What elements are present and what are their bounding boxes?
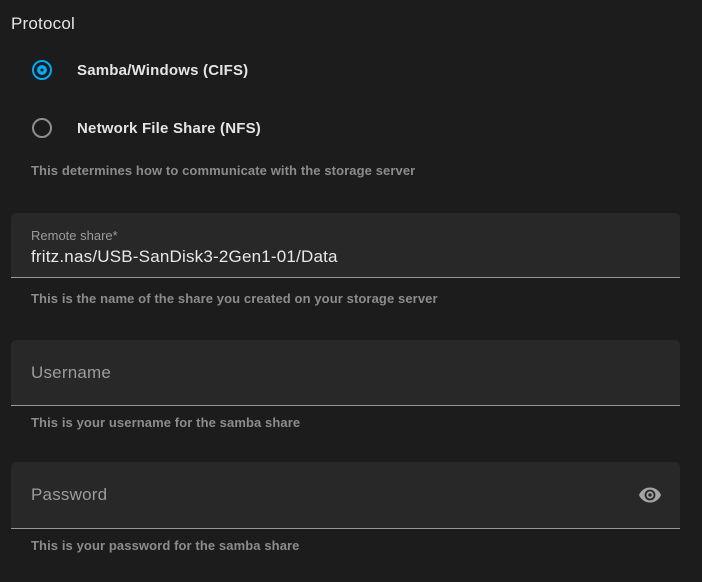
radio-unselected-icon[interactable] xyxy=(32,118,52,138)
radio-selected-icon[interactable] xyxy=(32,60,52,80)
radio-option-nfs[interactable]: Network File Share (NFS) xyxy=(32,116,261,140)
password-input[interactable] xyxy=(11,462,680,528)
radio-option-samba-cifs-label: Samba/Windows (CIFS) xyxy=(77,62,248,79)
password-field[interactable] xyxy=(11,462,680,529)
radio-option-nfs-label: Network File Share (NFS) xyxy=(77,120,261,137)
username-input[interactable] xyxy=(11,340,680,405)
remote-share-label: Remote share* xyxy=(31,228,118,243)
remote-share-helper-text: This is the name of the share you create… xyxy=(31,291,438,306)
network-storage-form: Protocol Samba/Windows (CIFS) Network Fi… xyxy=(0,0,702,582)
protocol-group-label: Protocol xyxy=(11,14,75,34)
remote-share-field[interactable]: Remote share* xyxy=(11,213,680,278)
radio-option-samba-cifs[interactable]: Samba/Windows (CIFS) xyxy=(32,58,248,82)
username-helper-text: This is your username for the samba shar… xyxy=(31,415,300,430)
protocol-helper-text: This determines how to communicate with … xyxy=(31,163,415,178)
password-visibility-toggle[interactable] xyxy=(636,481,664,509)
eye-icon xyxy=(638,483,662,507)
radio-dot xyxy=(37,65,47,75)
remote-share-input[interactable] xyxy=(31,245,651,269)
password-helper-text: This is your password for the samba shar… xyxy=(31,538,300,553)
username-field[interactable] xyxy=(11,340,680,406)
